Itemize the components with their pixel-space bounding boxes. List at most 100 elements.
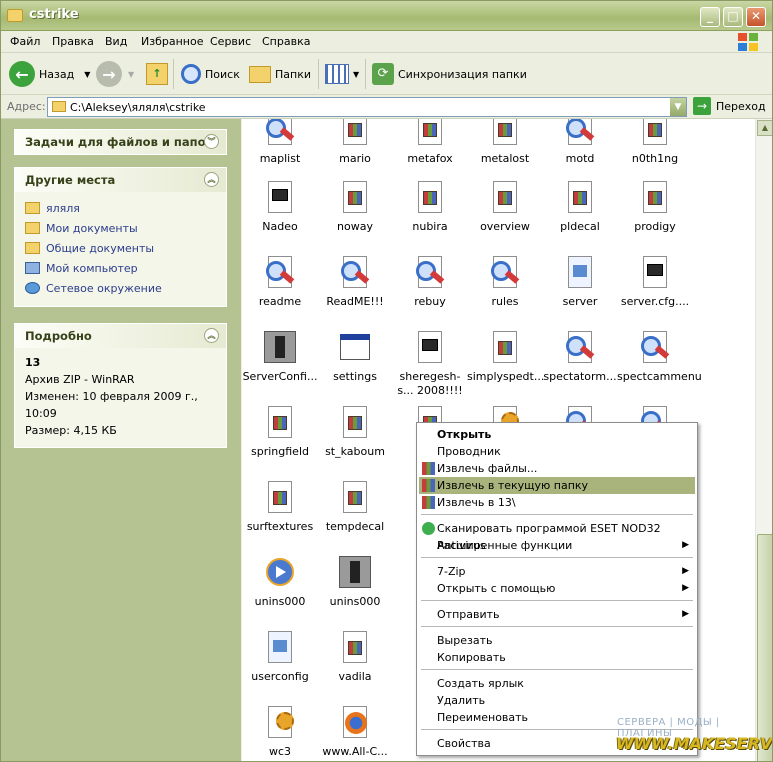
books-file-icon	[564, 181, 596, 215]
books-file-icon	[264, 406, 296, 440]
file-item[interactable]: surftextures	[242, 481, 318, 534]
address-bar: Адрес: C:\Aleksey\яляля\cstrike ▼ → Пере…	[1, 95, 772, 119]
file-item[interactable]: rules	[467, 256, 543, 309]
file-item[interactable]: sheregesh-s... 2008!!!!	[392, 331, 468, 398]
menu-advanced[interactable]: Расширенные функции ▶	[419, 537, 695, 554]
file-item[interactable]: motd	[542, 119, 618, 166]
file-item[interactable]: readme	[242, 256, 318, 309]
menu-view[interactable]: Вид	[105, 35, 127, 48]
place-my-documents[interactable]: Мои документы	[25, 218, 216, 238]
menu-open[interactable]: Открыть	[419, 426, 695, 443]
chevron-up-icon[interactable]: ︽	[204, 172, 219, 187]
file-item[interactable]: metafox	[392, 119, 468, 166]
menu-open-with[interactable]: Открыть с помощью ▶	[419, 580, 695, 597]
chevron-down-icon[interactable]: ▼	[670, 98, 686, 116]
search-button[interactable]: Поиск	[181, 59, 240, 89]
file-item[interactable]: wc3	[242, 706, 318, 759]
chevron-down-icon[interactable]: ︾	[204, 134, 219, 149]
maximize-button[interactable]: □	[723, 7, 743, 27]
winrar-icon	[422, 479, 435, 492]
file-item[interactable]: mario	[317, 119, 393, 166]
place-label: яляля	[46, 201, 80, 215]
file-item[interactable]: server.cfg....	[617, 256, 693, 309]
menu-delete[interactable]: Удалить	[419, 692, 695, 709]
menu-extract-to[interactable]: Извлечь в 13\	[419, 494, 695, 511]
scroll-up-icon[interactable]: ▲	[757, 120, 772, 136]
menu-cut[interactable]: Вырезать	[419, 632, 695, 649]
menu-scan-nod32[interactable]: Сканировать программой ESET NOD32 Antivi…	[419, 520, 695, 552]
file-item[interactable]: spectatorm...	[542, 331, 618, 384]
file-item[interactable]: maplist	[242, 119, 318, 166]
file-item[interactable]: tempdecal	[317, 481, 393, 534]
file-item[interactable]: pldecal	[542, 181, 618, 234]
file-item[interactable]: ReadME!!!	[317, 256, 393, 309]
file-item[interactable]: prodigy	[617, 181, 693, 234]
menu-label: Извлечь в 13\	[437, 496, 516, 509]
place-my-computer[interactable]: Мой компьютер	[25, 258, 216, 278]
mag-file-icon	[264, 256, 296, 290]
place-yalyalya[interactable]: яляля	[25, 198, 216, 218]
sync-button[interactable]: ⟳ Синхронизация папки	[372, 59, 527, 89]
file-item[interactable]: userconfig	[242, 631, 318, 684]
go-arrow-icon: →	[693, 97, 711, 115]
page-file-icon	[264, 631, 296, 665]
file-item[interactable]: nubira	[392, 181, 468, 234]
menu-extract-here[interactable]: Извлечь в текущую папку	[419, 477, 695, 494]
file-item[interactable]: www.All-C...	[317, 706, 393, 759]
menu-explorer[interactable]: Проводник	[419, 443, 695, 460]
file-item[interactable]: noway	[317, 181, 393, 234]
menu-edit[interactable]: Правка	[52, 35, 94, 48]
chevron-up-icon[interactable]: ︽	[204, 328, 219, 343]
forward-button[interactable]: → ▼	[96, 59, 134, 89]
menu-favorites[interactable]: Избранное	[141, 35, 203, 48]
file-item[interactable]: Nadeo	[242, 181, 318, 234]
back-button[interactable]: ← Назад ▼	[9, 59, 90, 89]
details-panel-header[interactable]: Подробно ︽	[15, 324, 226, 348]
menu-file[interactable]: Файл	[10, 35, 40, 48]
menu-copy[interactable]: Копировать	[419, 649, 695, 666]
back-arrow-icon: ←	[9, 61, 35, 87]
file-item[interactable]: server	[542, 256, 618, 309]
file-item[interactable]: rebuy	[392, 256, 468, 309]
address-input[interactable]: C:\Aleksey\яляля\cstrike ▼	[47, 97, 687, 117]
file-item[interactable]: metalost	[467, 119, 543, 166]
file-item[interactable]: settings	[317, 331, 393, 384]
network-icon	[25, 282, 40, 294]
menu-tools[interactable]: Сервис	[210, 35, 251, 48]
menu-help[interactable]: Справка	[262, 35, 310, 48]
place-network[interactable]: Сетевое окружение	[25, 278, 216, 298]
file-name: spectatorm...	[543, 370, 617, 383]
minimize-button[interactable]: _	[700, 7, 720, 27]
tasks-panel-header[interactable]: Задачи для файлов и папок ︾	[15, 130, 226, 154]
file-item[interactable]: st_kaboum	[317, 406, 393, 459]
menu-extract-files[interactable]: Извлечь файлы...	[419, 460, 695, 477]
file-name: simplyspedt...	[467, 370, 545, 383]
folder-icon	[25, 202, 40, 214]
file-item[interactable]: n0th1ng	[617, 119, 693, 166]
go-button[interactable]: → Переход	[693, 97, 766, 115]
menu-send-to[interactable]: Отправить ▶	[419, 606, 695, 623]
file-item[interactable]: springfield	[242, 406, 318, 459]
vertical-scrollbar[interactable]: ▲	[755, 119, 772, 761]
views-button[interactable]: ▼	[325, 59, 359, 89]
folders-button[interactable]: Папки	[249, 59, 311, 89]
file-item[interactable]: overview	[467, 181, 543, 234]
player-file-icon	[264, 556, 296, 590]
menu-create-shortcut[interactable]: Создать ярлык	[419, 675, 695, 692]
menu-7zip[interactable]: 7-Zip ▶	[419, 563, 695, 580]
file-item[interactable]: vadila	[317, 631, 393, 684]
file-item[interactable]: simplyspedt...	[467, 331, 545, 384]
books-file-icon	[339, 631, 371, 665]
close-button[interactable]: ✕	[746, 7, 766, 27]
chevron-down-icon[interactable]: ▼	[84, 70, 90, 79]
up-folder-button[interactable]: ↑	[146, 59, 168, 89]
title-bar[interactable]: cstrike _ □ ✕	[1, 1, 772, 31]
file-item[interactable]: spectcammenu	[617, 331, 702, 384]
file-name: motd	[565, 152, 595, 165]
file-item[interactable]: ServerConfi...	[242, 331, 318, 384]
places-panel-header[interactable]: Другие места ︽	[15, 168, 226, 192]
cs-file-icon	[339, 556, 371, 590]
file-item[interactable]: unins000	[242, 556, 318, 609]
place-shared-documents[interactable]: Общие документы	[25, 238, 216, 258]
file-item[interactable]: unins000	[317, 556, 393, 609]
